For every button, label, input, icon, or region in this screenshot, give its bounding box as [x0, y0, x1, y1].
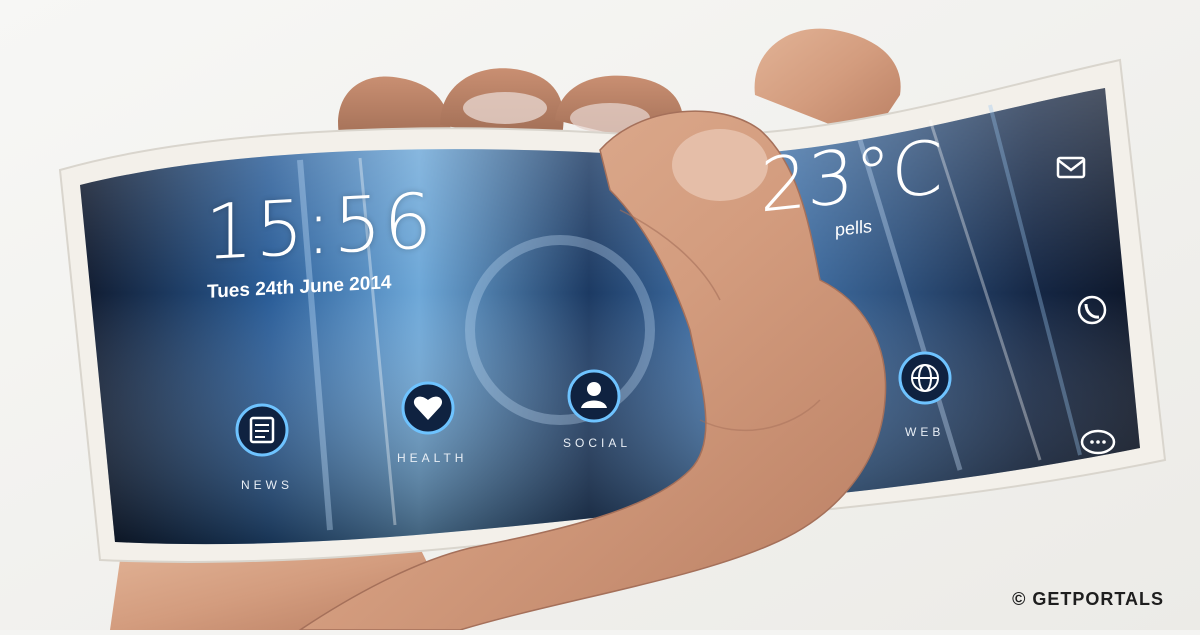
app-health[interactable] — [401, 381, 455, 435]
app-news[interactable] — [235, 403, 289, 457]
app-label-web: WEB — [905, 425, 945, 439]
scene-svg — [0, 0, 1200, 631]
photo-credit: © GETPORTALS — [1012, 589, 1164, 609]
thumbnail — [672, 129, 768, 201]
app-label-health: HEALTH — [397, 451, 468, 465]
photo-scene: 15:56 Tues 24th June 2014 23°C pells NEW… — [0, 0, 1200, 631]
app-label-social: SOCIAL — [563, 436, 632, 450]
weather-condition: pells — [835, 216, 873, 240]
clock-time: 15:56 — [205, 175, 435, 278]
app-web[interactable] — [898, 351, 952, 405]
app-label-news: NEWS — [241, 478, 293, 492]
fingernail — [463, 92, 547, 124]
app-social[interactable] — [567, 369, 621, 423]
